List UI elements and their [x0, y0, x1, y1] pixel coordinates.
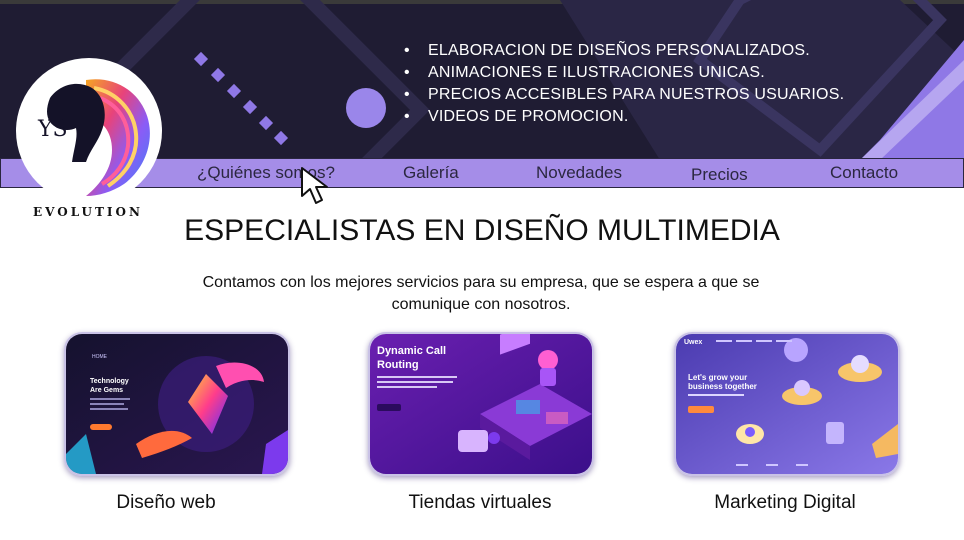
nav-item-precios[interactable]: Precios [691, 165, 748, 185]
logo[interactable]: YS [16, 58, 162, 204]
intro-text: Contamos con los mejores servicios para … [202, 274, 760, 313]
svg-text:Routing: Routing [377, 359, 419, 371]
hero-bullet: ANIMACIONES E ILUSTRACIONES UNICAS. [404, 62, 844, 84]
hero-bullet: ELABORACION DE DISEÑOS PERSONALIZADOS. [404, 40, 844, 62]
service-label: Marketing Digital [714, 492, 856, 513]
page-title: ESPECIALISTAS EN DISEÑO MULTIMEDIA [184, 214, 780, 247]
svg-text:Uwex: Uwex [684, 339, 702, 346]
hero-bullet: PRECIOS ACCESIBLES PARA NUESTROS USUARIO… [404, 84, 844, 106]
svg-text:Let's grow your: Let's grow your [688, 373, 747, 382]
svg-text:Dynamic Call: Dynamic Call [377, 345, 446, 357]
service-image: Dynamic Call Routing [370, 334, 592, 474]
nav-item-novedades[interactable]: Novedades [536, 163, 622, 183]
service-image: HOME Technology Are Gems [66, 334, 288, 474]
service-card-marketing-digital[interactable]: Uwex Let's grow your business together [674, 332, 900, 476]
nav-item-galeria[interactable]: Galería [403, 163, 459, 183]
svg-text:Technology: Technology [90, 378, 129, 385]
horse-logo-icon: YS [37, 79, 150, 196]
service-image: Uwex Let's grow your business together [676, 334, 898, 474]
svg-text:HOME: HOME [92, 354, 108, 360]
service-label: Tiendas virtuales [408, 492, 552, 513]
logo-monogram: YS [37, 117, 68, 142]
nav-item-contacto[interactable]: Contacto [830, 163, 898, 183]
service-card-tiendas-virtuales[interactable]: Dynamic Call Routing [368, 332, 594, 476]
hero-bullet-list: ELABORACION DE DISEÑOS PERSONALIZADOS. A… [404, 40, 844, 128]
svg-text:Are Gems: Are Gems [90, 387, 123, 394]
hero-bullet: VIDEOS DE PROMOCION. [404, 106, 844, 128]
svg-text:business together: business together [688, 382, 757, 391]
service-card-diseno-web[interactable]: HOME Technology Are Gems [64, 332, 290, 476]
mouse-cursor-icon [301, 167, 328, 204]
service-label: Diseño web [116, 492, 216, 513]
